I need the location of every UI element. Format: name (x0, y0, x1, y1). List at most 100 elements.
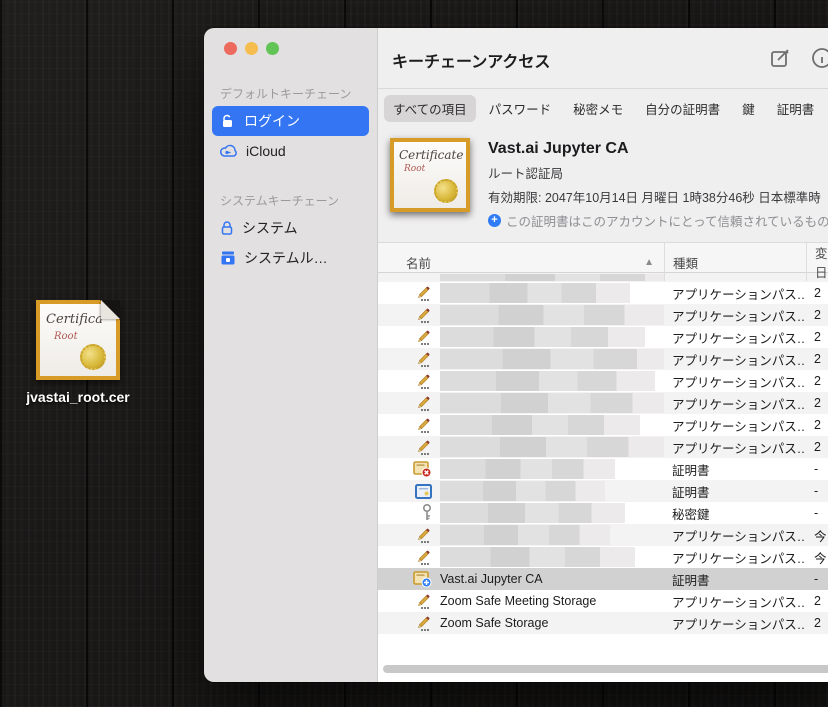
password-icon (378, 593, 440, 610)
item-kind: アプリケーションパス… (664, 328, 806, 347)
system-roots-icon (220, 250, 236, 266)
column-name-label: 名前 (378, 253, 431, 272)
trusted-plus-icon: + (488, 214, 501, 227)
table-row[interactable]: Vast.ai Jupyter CA証明書- (378, 568, 828, 590)
item-date-modified: 今 (806, 526, 828, 545)
desktop-file-jvastai-root-cer[interactable]: Certifica Root jvastai_root.cer (18, 300, 138, 405)
certificate-detail-text: Vast.ai Jupyter CA ルート認証局 有効期限: 2047年10月… (488, 138, 828, 230)
table-row[interactable]: アプリケーションパス…2 (378, 326, 828, 348)
tab-鍵[interactable]: 鍵 (733, 95, 764, 122)
sidebar-section-header: システムキーチェーン (212, 186, 369, 213)
table-row[interactable]: アプリケーションパス…2 (378, 436, 828, 458)
item-name: Vast.ai Jupyter CA (440, 572, 664, 586)
tab-秘密メモ[interactable]: 秘密メモ (564, 95, 632, 122)
certificate-subtitle: ルート認証局 (488, 163, 828, 182)
redaction-mosaic (440, 437, 664, 457)
table-row[interactable]: アプリケーションパス…2 (378, 348, 828, 370)
tab-パスワード[interactable]: パスワード (480, 95, 561, 122)
column-header-date-modified[interactable]: 変更日 (806, 243, 828, 281)
redacted-name (440, 547, 664, 567)
certificate-small-icon (378, 484, 440, 499)
table-row[interactable]: アプリケーションパス…2 (378, 282, 828, 304)
item-kind: アプリケーションパス… (664, 526, 806, 545)
table-row[interactable]: アプリケーションパス…2 (378, 414, 828, 436)
private-key-icon (378, 504, 440, 522)
redacted-name (440, 283, 664, 303)
redacted-name (440, 349, 664, 369)
table-row[interactable]: アプリケーションパス…今 (378, 524, 828, 546)
table-row[interactable]: 証明書- (378, 458, 828, 480)
category-tabbar: すべての項目パスワード秘密メモ自分の証明書鍵証明書 (378, 89, 828, 128)
table-row[interactable]: アプリケーションパス…今 (378, 546, 828, 568)
close-button[interactable] (224, 42, 237, 55)
item-date-modified: - (806, 484, 828, 498)
cloud-icon (220, 144, 238, 158)
redaction-mosaic (440, 525, 610, 545)
redacted-name (440, 525, 664, 545)
redaction-mosaic (440, 481, 605, 501)
redaction-mosaic (440, 327, 645, 347)
desktop-background: Certifica Root jvastai_root.cer デフォルトキーチ… (0, 0, 828, 707)
info-icon[interactable] (810, 46, 828, 70)
table-row[interactable]: アプリケーションパス…2 (378, 304, 828, 326)
trust-note-text: この証明書はこのアカウントにとって信頼されているもの (506, 211, 828, 230)
item-date-modified: 2 (806, 352, 828, 366)
tab-証明書[interactable]: 証明書 (768, 95, 824, 122)
item-date-modified: 2 (806, 308, 828, 322)
certificate-detail-header: Certificate Root Vast.ai Jupyter CA ルート認… (378, 128, 828, 242)
table-row[interactable]: 秘密鍵- (378, 502, 828, 524)
password-icon (378, 439, 440, 456)
certificate-root-text: Root (394, 162, 466, 174)
minimize-button[interactable] (245, 42, 258, 55)
redaction-mosaic (440, 503, 625, 523)
horizontal-scrollbar-thumb[interactable] (383, 665, 828, 673)
password-icon (378, 417, 440, 434)
compose-icon[interactable] (768, 46, 792, 70)
redaction-mosaic (440, 415, 640, 435)
sidebar-section-header: デフォルトキーチェーン (212, 79, 369, 106)
table-row[interactable]: 証明書- (378, 480, 828, 502)
column-header-kind[interactable]: 種類 (664, 243, 806, 281)
item-kind: 証明書 (664, 460, 806, 479)
sidebar-item-label: システムル… (244, 248, 328, 268)
password-icon (378, 395, 440, 412)
password-icon (378, 307, 440, 324)
redaction-mosaic (440, 459, 615, 479)
password-icon (378, 285, 440, 302)
column-kind-label: 種類 (665, 253, 698, 272)
folded-corner (100, 300, 120, 320)
sidebar-item-icloud[interactable]: iCloud (212, 136, 369, 166)
redacted-name (440, 371, 664, 391)
table-row[interactable]: Zoom Safe Storageアプリケーションパス…2 (378, 612, 828, 634)
table-rows: アプリケーションパス…2アプリケーションパス…2アプリケーションパス…2アプリケ… (378, 273, 828, 656)
table-row[interactable]: アプリケーションパス…2 (378, 370, 828, 392)
sidebar-item-[interactable]: ログイン (212, 106, 369, 136)
zoom-button[interactable] (266, 42, 279, 55)
table-row[interactable]: Zoom Safe Meeting Storageアプリケーションパス…2 (378, 590, 828, 612)
keychain-items-table: 名前 ▲ 種類 変更日 アプリケーションパス…2アプリケーションパス…2アプリケ… (378, 242, 828, 682)
lock-icon (220, 220, 234, 236)
certificate-invalid-icon (378, 461, 440, 478)
main-panel: キーチェーンアクセス すべての項目パスワード秘密メモ自分の証明書鍵証明書 Cer… (378, 28, 828, 682)
item-date-modified: 2 (806, 396, 828, 410)
password-icon (378, 373, 440, 390)
column-date-label: 変更日 (807, 243, 828, 281)
gold-seal-icon (80, 344, 106, 370)
item-date-modified: - (806, 572, 828, 586)
item-kind: アプリケーションパス… (664, 614, 806, 633)
tab-すべての項目[interactable]: すべての項目 (384, 95, 476, 122)
item-kind: アプリケーションパス… (664, 438, 806, 457)
table-row[interactable]: アプリケーションパス…2 (378, 392, 828, 414)
gold-seal-icon (434, 179, 458, 203)
item-date-modified: 2 (806, 616, 828, 630)
item-kind: アプリケーションパス… (664, 284, 806, 303)
password-icon (378, 549, 440, 566)
certificate-badge-icon: Certificate Root (390, 138, 470, 212)
tab-自分の証明書[interactable]: 自分の証明書 (636, 95, 729, 122)
sidebar-item-[interactable]: システム (212, 213, 369, 243)
item-date-modified: - (806, 462, 828, 476)
column-header-name[interactable]: 名前 ▲ (378, 243, 664, 281)
redacted-name (440, 393, 664, 413)
redaction-mosaic (440, 305, 664, 325)
sidebar-item-[interactable]: システムル… (212, 243, 369, 273)
